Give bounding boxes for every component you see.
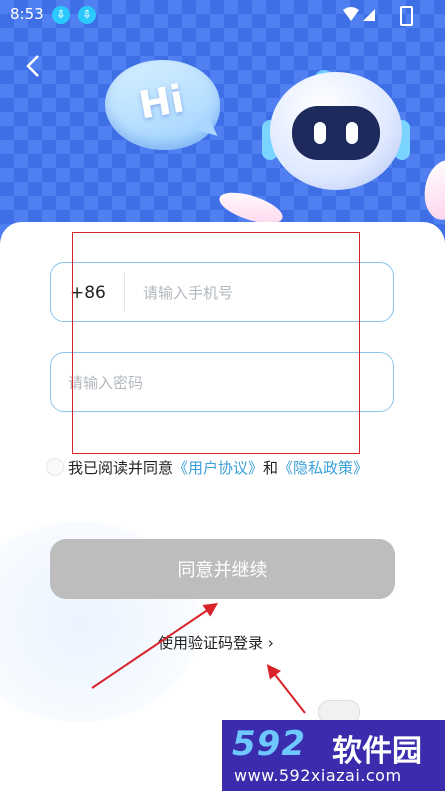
agreement-text: 我已阅读并同意《用户协议》和《隐私政策》 [68,457,368,478]
bubble-text: Hi [135,76,188,128]
signal-icon [343,7,375,21]
and-word: 和 [263,459,279,477]
robot-eye [346,122,358,144]
download-icon: ⇩ [78,6,96,24]
robot-eye [314,122,326,144]
annotation-box [72,232,360,454]
watermark-url: www.592xiazai.com [234,766,402,785]
battery-icon [400,6,413,26]
watermark-name: 软件园 [332,734,422,769]
user-agreement-link[interactable]: 《用户协议》 [173,459,263,477]
back-button[interactable] [22,52,50,80]
chevron-left-icon [26,55,39,77]
watermark: 592 软件园 www.592xiazai.com [222,720,445,791]
robot-mascot-icon [270,72,402,190]
robot-face [292,106,380,160]
agree-continue-button[interactable]: 同意并继续 [50,539,395,599]
agree-prefix: 我已阅读并同意 [68,459,174,477]
watermark-number: 592 [232,724,306,764]
download-icon: ⇩ [52,6,70,24]
agree-checkbox[interactable] [46,458,64,476]
privacy-policy-link[interactable]: 《隐私政策》 [278,459,368,477]
sms-code-login-link[interactable]: 使用验证码登录 › [158,632,274,653]
status-time: 8:53 [10,5,44,23]
status-bar: 8:53 ⇩ ⇩ [0,0,445,30]
